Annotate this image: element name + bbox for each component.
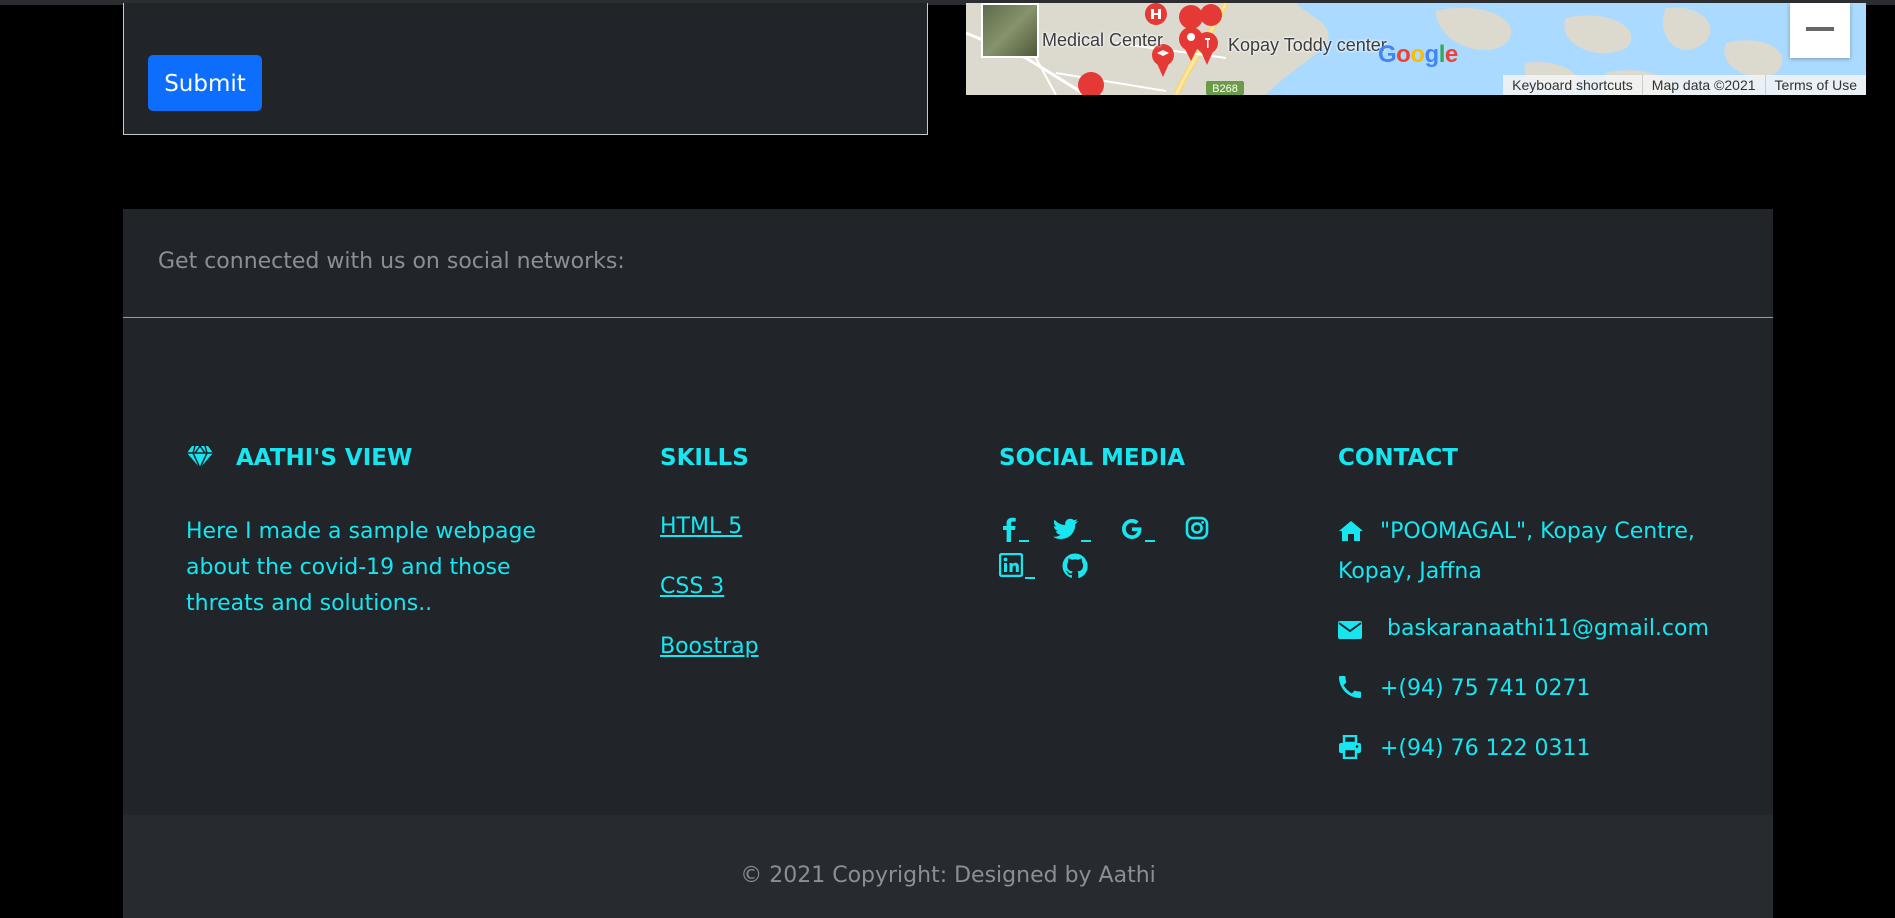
contact-phone: +(94) 75 741 0271: [1338, 671, 1591, 711]
terms-of-use-link[interactable]: Terms of Use: [1764, 75, 1866, 95]
skills-heading: SKILLS: [660, 445, 749, 471]
printer-icon: [1338, 734, 1366, 771]
keyboard-shortcuts-link[interactable]: Keyboard shortcuts: [1503, 75, 1642, 95]
map-layer-thumbnail[interactable]: [981, 3, 1039, 58]
instagram-icon[interactable]: [1185, 516, 1211, 542]
copyright-bar: © 2021 Copyright: Designed by Aathi: [123, 815, 1773, 918]
envelope-icon: [1338, 615, 1366, 651]
google-logo: Google: [1378, 41, 1458, 69]
social-media-heading: SOCIAL MEDIA: [999, 445, 1186, 471]
contact-address: "POOMAGAL", Kopay Centre, Kopay, Jaffna: [1338, 514, 1728, 590]
embedded-map[interactable]: B268 Medical Center Kopay Toddy center G…: [966, 3, 1866, 95]
map-data-text: Map data ©2021: [1641, 75, 1765, 95]
skill-link-css3[interactable]: CSS 3: [660, 574, 724, 599]
github-icon[interactable]: [1062, 553, 1088, 579]
home-icon: [1338, 518, 1366, 554]
contact-form-card: Submit: [123, 3, 928, 135]
map-label-medical-center: Medical Center: [1042, 30, 1164, 50]
fax-text[interactable]: +(94) 76 122 0311: [1380, 736, 1591, 761]
brand-description: Here I made a sample webpage about the c…: [186, 519, 536, 616]
contact-email: baskaranaathi11@gmail.com: [1338, 611, 1709, 651]
phone-icon: [1338, 675, 1366, 711]
social-bar: Get connected with us on social networks…: [123, 209, 1773, 318]
address-text: "POOMAGAL", Kopay Centre, Kopay, Jaffna: [1338, 519, 1695, 584]
facebook-icon[interactable]: [999, 516, 1029, 542]
contact-fax: +(94) 76 122 0311: [1338, 731, 1591, 771]
google-icon[interactable]: [1119, 516, 1155, 542]
page: Submit B268 Medical Center Kopay Toddy c…: [0, 0, 1895, 918]
skill-link-bootstrap[interactable]: Boostrap: [660, 634, 759, 659]
submit-button[interactable]: Submit: [148, 55, 262, 111]
road-shield-label: B268: [1212, 83, 1238, 95]
email-text[interactable]: baskaranaathi11@gmail.com: [1387, 616, 1709, 641]
brand-title: AATHI'S VIEW: [236, 445, 413, 471]
map-label-toddy-center: Kopay Toddy center: [1228, 35, 1387, 55]
footer: Get connected with us on social networks…: [123, 209, 1773, 918]
skill-link-html5[interactable]: HTML 5: [660, 514, 742, 539]
google-logo-letter: g: [1424, 41, 1440, 68]
zoom-out-button[interactable]: [1790, 3, 1850, 58]
google-logo-letter: G: [1378, 41, 1397, 68]
phone-text[interactable]: +(94) 75 741 0271: [1380, 676, 1591, 701]
linkedin-icon[interactable]: [999, 553, 1035, 579]
google-logo-letter: o: [1410, 41, 1425, 68]
copyright-text: © 2021 Copyright: Designed by Aathi: [740, 863, 1156, 888]
gem-icon: [186, 445, 214, 471]
map-attribution: Keyboard shortcuts Map data ©2021 Terms …: [1503, 75, 1866, 95]
brand-heading: AATHI'S VIEW: [186, 445, 412, 471]
social-prompt: Get connected with us on social networks…: [158, 249, 625, 274]
twitter-icon[interactable]: [1053, 516, 1091, 542]
minus-icon: [1806, 27, 1834, 31]
contact-heading: CONTACT: [1338, 445, 1458, 471]
google-logo-letter: e: [1444, 41, 1458, 68]
google-logo-letter: o: [1396, 41, 1411, 68]
